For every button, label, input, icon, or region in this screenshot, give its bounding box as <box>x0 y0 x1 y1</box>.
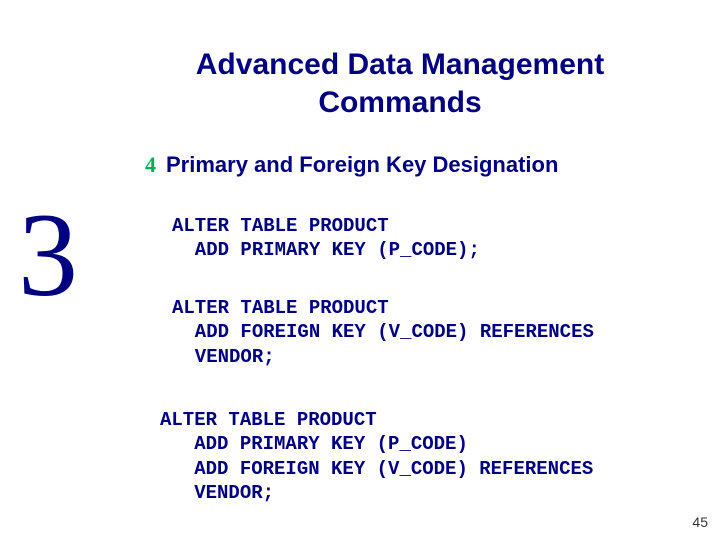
sql-code-block-1: ALTER TABLE PRODUCT ADD PRIMARY KEY (P_C… <box>172 214 480 263</box>
bullet-item: 4 Primary and Foreign Key Designation <box>145 152 558 178</box>
sql-code-block-3: ALTER TABLE PRODUCT ADD PRIMARY KEY (P_C… <box>160 408 593 505</box>
slide-title: Advanced Data Management Commands <box>140 46 660 121</box>
sql-code-block-2: ALTER TABLE PRODUCT ADD FOREIGN KEY (V_C… <box>172 296 594 369</box>
title-line-1: Advanced Data Management <box>196 48 604 81</box>
page-number: 45 <box>692 514 708 530</box>
bullet-marker-icon: 4 <box>145 152 156 178</box>
bullet-text: Primary and Foreign Key Designation <box>166 152 558 178</box>
title-line-2: Commands <box>318 86 481 119</box>
chapter-number: 3 <box>18 195 78 315</box>
